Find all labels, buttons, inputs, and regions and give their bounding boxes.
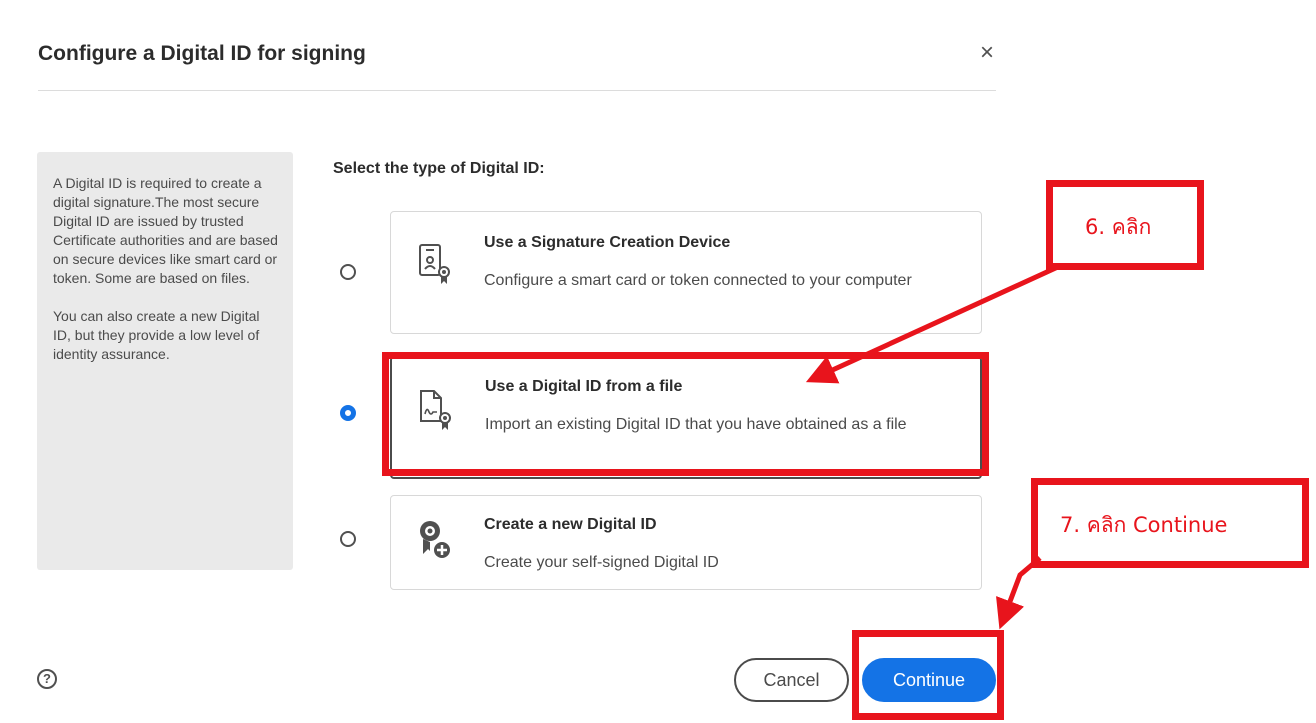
arrow-step7 [996, 556, 1042, 630]
arrow-step6 [805, 263, 1062, 384]
annotation-arrows [805, 263, 1062, 630]
